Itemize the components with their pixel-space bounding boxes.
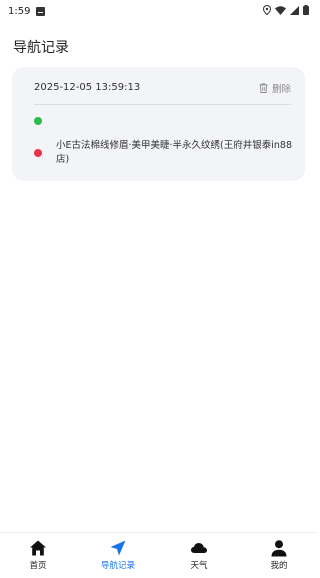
trash-icon	[259, 83, 268, 93]
notification-icon	[36, 7, 45, 16]
signal-icon	[290, 5, 299, 15]
delete-button[interactable]: 删除	[259, 81, 291, 95]
nav-item-home[interactable]: 首页	[8, 539, 68, 571]
nav-item-navigation-records[interactable]: 导航记录	[88, 539, 148, 571]
nav-label-weather: 天气	[190, 561, 208, 571]
status-indicators	[263, 5, 309, 15]
end-point-dot	[34, 149, 42, 157]
nav-item-weather[interactable]: 天气	[169, 539, 229, 571]
page-title: 导航记录	[13, 40, 69, 56]
delete-label: 删除	[271, 84, 291, 95]
nav-label-navigation-records: 导航记录	[100, 561, 135, 571]
home-icon	[30, 540, 46, 556]
screen: 1:59 导航记录 2025-12-05 13:59:13 删除 小E古法棉线修…	[0, 0, 317, 578]
status-time: 1:59	[8, 6, 31, 17]
status-bar: 1:59	[0, 0, 317, 26]
start-point-dot	[34, 117, 42, 125]
battery-icon	[303, 5, 309, 15]
cloud-icon	[191, 543, 207, 553]
destination-name: 小E古法棉线修眉·美甲美睫·半永久纹绣(王府井银泰in88店)	[56, 140, 292, 165]
record-time: 2025-12-05 13:59:13	[34, 82, 141, 93]
record-card[interactable]: 2025-12-05 13:59:13 删除 小E古法棉线修眉·美甲美睫·半永久…	[12, 67, 305, 181]
nav-label-mine: 我的	[270, 561, 288, 571]
nav-item-mine[interactable]: 我的	[249, 539, 309, 571]
divider	[34, 104, 291, 105]
navigation-arrow-icon	[110, 540, 126, 556]
location-icon	[263, 5, 271, 15]
nav-label-home: 首页	[29, 561, 47, 571]
bottom-nav: 首页 导航记录 天气 我的	[0, 532, 317, 578]
person-icon	[271, 540, 287, 557]
wifi-icon	[275, 5, 286, 15]
